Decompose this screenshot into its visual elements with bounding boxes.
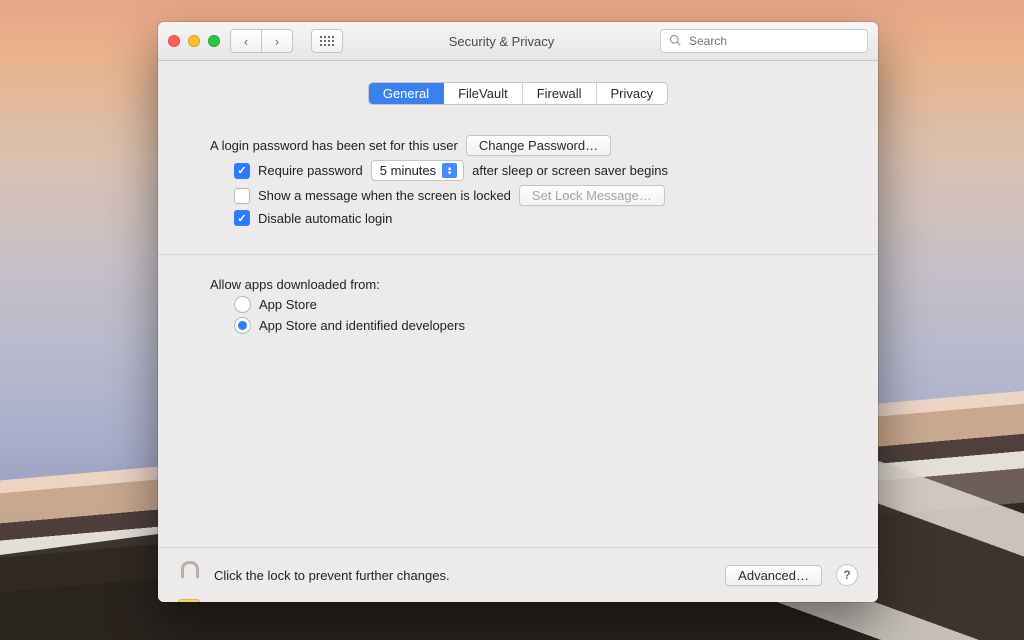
general-pane: A login password has been set for this u… — [158, 105, 878, 334]
tab-general[interactable]: General — [369, 83, 444, 104]
tab-bar: General FileVault Firewall Privacy — [158, 82, 878, 105]
change-password-button[interactable]: Change Password… — [466, 135, 611, 156]
forward-button[interactable]: › — [262, 29, 293, 53]
tab-filevault[interactable]: FileVault — [444, 83, 523, 104]
radio-app-store[interactable] — [234, 296, 251, 313]
require-password-label-before: Require password — [258, 163, 363, 178]
require-password-row: Require password 5 minutes ▴▾ after slee… — [210, 160, 826, 181]
disable-autologin-label: Disable automatic login — [258, 211, 392, 226]
divider — [158, 254, 878, 255]
set-lock-message-button[interactable]: Set Lock Message… — [519, 185, 665, 206]
disable-autologin-checkbox[interactable] — [234, 210, 250, 226]
minimize-button[interactable] — [188, 35, 200, 47]
window-title: Security & Privacy — [353, 34, 650, 49]
gatekeeper-heading-row: Allow apps downloaded from: — [210, 277, 826, 292]
grid-icon — [320, 36, 334, 46]
advanced-button[interactable]: Advanced… — [725, 565, 822, 586]
desktop-wallpaper: ‹ › Security & Privacy Ge — [0, 0, 1024, 640]
show-message-row: Show a message when the screen is locked… — [210, 185, 826, 206]
chevron-left-icon: ‹ — [244, 34, 248, 49]
lock-shackle-icon — [181, 561, 199, 578]
updown-icon: ▴▾ — [442, 163, 457, 178]
login-password-row: A login password has been set for this u… — [210, 135, 826, 156]
gatekeeper-option-appstore: App Store — [210, 296, 826, 313]
window-controls — [168, 35, 220, 47]
nav-back-forward: ‹ › — [230, 29, 293, 53]
close-button[interactable] — [168, 35, 180, 47]
back-button[interactable]: ‹ — [230, 29, 262, 53]
require-password-checkbox[interactable] — [234, 163, 250, 179]
lock-hint-text: Click the lock to prevent further change… — [214, 568, 450, 583]
search-field[interactable] — [660, 29, 868, 53]
tab-privacy[interactable]: Privacy — [597, 83, 668, 104]
show-message-checkbox[interactable] — [234, 188, 250, 204]
radio-app-store-label: App Store — [259, 297, 317, 312]
lock-body-icon — [178, 599, 200, 602]
require-password-delay-select[interactable]: 5 minutes ▴▾ — [371, 160, 464, 181]
disable-autologin-row: Disable automatic login — [210, 210, 826, 226]
window-footer: Click the lock to prevent further change… — [158, 547, 878, 602]
tab-firewall[interactable]: Firewall — [523, 83, 597, 104]
gatekeeper-option-identified: App Store and identified developers — [210, 317, 826, 334]
radio-identified-developers[interactable] — [234, 317, 251, 334]
zoom-button[interactable] — [208, 35, 220, 47]
search-input[interactable] — [687, 33, 859, 49]
chevron-right-icon: › — [275, 34, 279, 49]
search-icon — [669, 34, 681, 49]
show-message-label: Show a message when the screen is locked — [258, 188, 511, 203]
system-preferences-window: ‹ › Security & Privacy Ge — [158, 22, 878, 602]
gatekeeper-heading: Allow apps downloaded from: — [210, 277, 380, 292]
lock-button[interactable] — [178, 561, 200, 589]
window-titlebar: ‹ › Security & Privacy — [158, 22, 878, 61]
require-password-label-after: after sleep or screen saver begins — [472, 163, 668, 178]
login-password-heading: A login password has been set for this u… — [210, 138, 458, 153]
help-button[interactable]: ? — [836, 564, 858, 586]
require-password-delay-value: 5 minutes — [380, 163, 436, 178]
tabs-group: General FileVault Firewall Privacy — [368, 82, 668, 105]
window-body: General FileVault Firewall Privacy A log… — [158, 60, 878, 602]
radio-identified-developers-label: App Store and identified developers — [259, 318, 465, 333]
show-all-button[interactable] — [311, 29, 343, 53]
